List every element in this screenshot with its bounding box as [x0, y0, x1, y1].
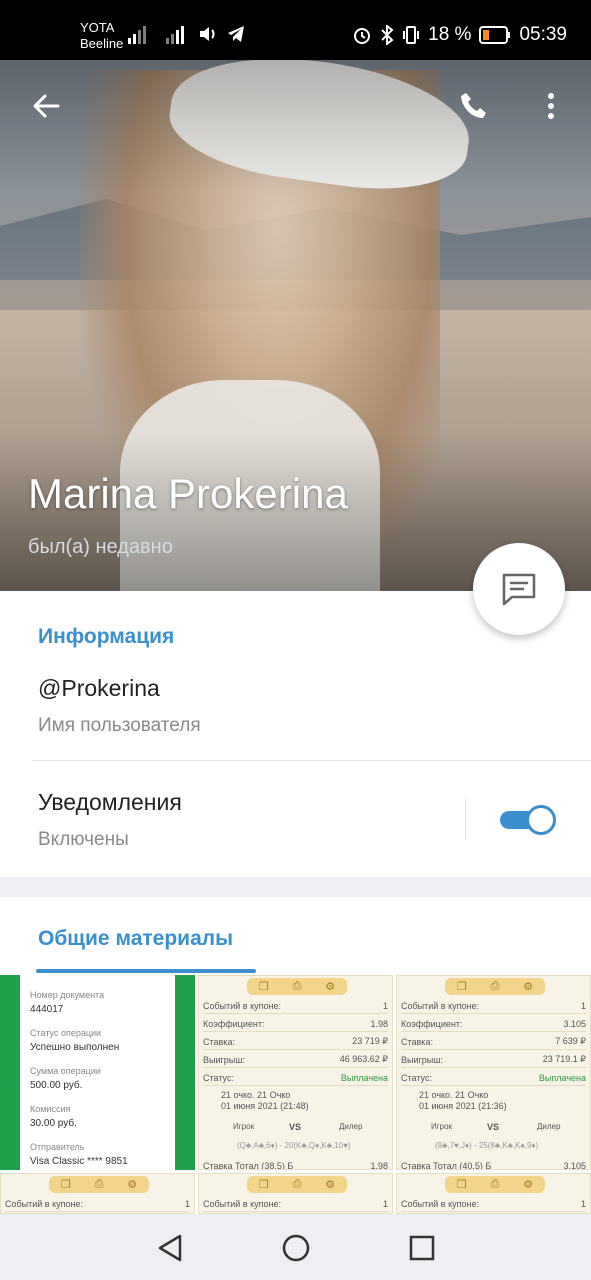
media-thumbnail-receipt[interactable]: Номер документа 444017 Статус операции У…: [0, 975, 195, 1170]
shared-media-title[interactable]: Общие материалы: [38, 927, 233, 951]
username[interactable]: @Prokerina: [38, 675, 160, 702]
signal-icon: [166, 26, 184, 44]
info-section-title: Информация: [38, 625, 175, 648]
settings-icon: ⚙: [325, 1179, 336, 1191]
signal-icon: [128, 26, 146, 44]
more-options-button[interactable]: [536, 84, 566, 128]
copy-icon: ❐: [456, 981, 467, 993]
print-icon: ⎙: [292, 980, 302, 992]
arrow-left-icon: [33, 94, 60, 118]
circle-home-icon: [282, 1234, 310, 1262]
message-icon: [502, 573, 536, 606]
notifications-state: Включены: [38, 829, 129, 850]
notifications-toggle[interactable]: [500, 805, 556, 835]
divider: [465, 799, 466, 839]
profile-name: Marina Prokerina: [28, 470, 348, 517]
copy-icon: ❐: [60, 1179, 71, 1191]
print-icon: ⎙: [292, 1178, 302, 1190]
battery-percent: 18 %: [428, 24, 472, 45]
settings-icon: ⚙: [325, 981, 336, 993]
battery-icon: [479, 26, 511, 44]
call-button[interactable]: [452, 84, 496, 128]
vibrate-icon: [403, 26, 420, 44]
alarm-icon: [354, 28, 371, 44]
nav-home-button[interactable]: [276, 1228, 316, 1268]
system-navigation-bar: [0, 1214, 591, 1280]
media-thumbnail-coupon[interactable]: ❐ ⎙ ⚙ Событий в купоне: 1 Коэффициент: 3.105…: [396, 975, 591, 1170]
divider: [32, 760, 591, 761]
carrier-info: YOTA Beeline: [80, 20, 123, 52]
square-recents-icon: [409, 1235, 435, 1261]
status-bar: YOTA Beeline 18 % 05:39: [0, 0, 591, 60]
profile-status: был(а) недавно: [28, 536, 173, 558]
send-message-button[interactable]: [473, 543, 565, 635]
triangle-back-icon: [158, 1234, 182, 1262]
status-right: 18 % 05:39: [352, 24, 567, 46]
print-icon: ⎙: [490, 980, 500, 992]
bluetooth-icon: [381, 25, 394, 45]
nav-recents-button[interactable]: [402, 1228, 442, 1268]
phone-icon: [461, 93, 486, 118]
telegram-icon: [228, 26, 244, 42]
back-button[interactable]: [26, 86, 66, 126]
info-section: Информация @Prokerina Имя пользователя У…: [0, 591, 591, 877]
settings-icon: ⚙: [523, 981, 534, 993]
print-icon: ⎙: [94, 1178, 104, 1190]
copy-icon: ❐: [258, 1179, 269, 1191]
more-vertical-icon: [548, 93, 554, 119]
copy-icon: ❐: [456, 1179, 467, 1191]
carrier-2: Beeline: [80, 36, 124, 51]
media-thumbnail-coupon[interactable]: ❐ ⎙ ⚙ Событий в купоне: 1: [396, 1173, 591, 1214]
notifications-title[interactable]: Уведомления: [38, 789, 182, 816]
volume-icon: [200, 27, 215, 41]
signal-icons: [128, 24, 246, 44]
media-thumbnail-coupon[interactable]: ❐ ⎙ ⚙ Событий в купоне: 1: [0, 1173, 195, 1214]
clock: 05:39: [519, 24, 567, 45]
nav-back-button[interactable]: [150, 1228, 190, 1268]
tab-indicator: [36, 969, 256, 973]
media-thumbnail-coupon[interactable]: ❐ ⎙ ⚙ Событий в купоне: 1: [198, 1173, 393, 1214]
carrier-1: YOTA: [80, 20, 115, 35]
media-thumbnail-coupon[interactable]: ❐ ⎙ ⚙ Событий в купоне: 1 Коэффициент: 1.98 …: [198, 975, 393, 1170]
print-icon: ⎙: [490, 1178, 500, 1190]
username-label: Имя пользователя: [38, 715, 201, 736]
settings-icon: ⚙: [127, 1179, 138, 1191]
copy-icon: ❐: [258, 981, 269, 993]
settings-icon: ⚙: [523, 1179, 534, 1191]
